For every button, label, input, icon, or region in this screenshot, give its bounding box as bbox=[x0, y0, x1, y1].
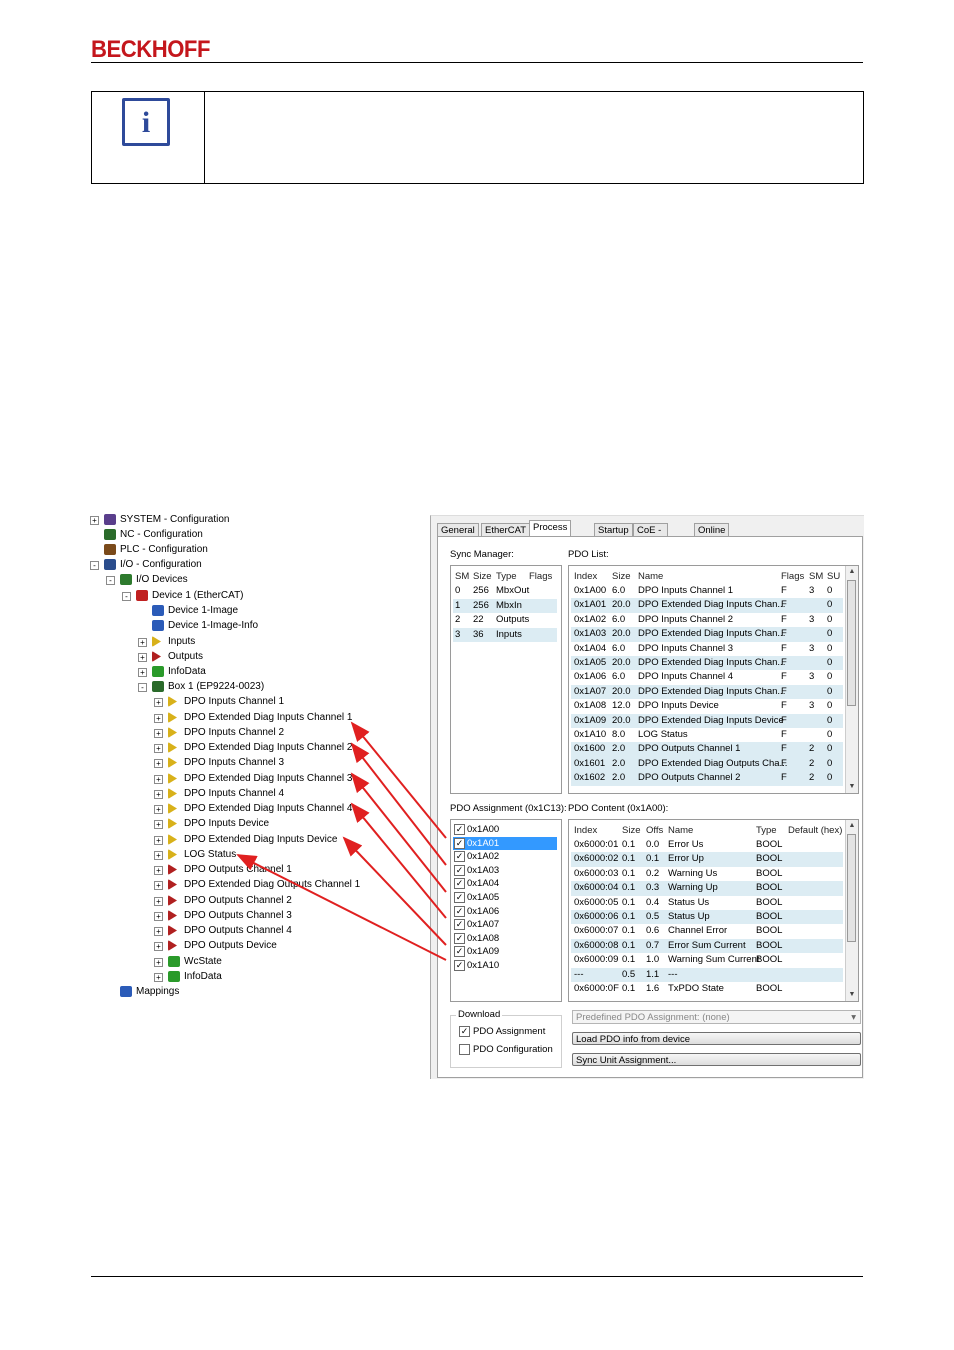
annotation-arrows bbox=[236, 721, 447, 961]
twincat-screenshot: + SYSTEM - Configuration NC - Configuratio… bbox=[0, 0, 954, 1350]
footer-rule bbox=[91, 1276, 863, 1277]
annotation-arrow bbox=[350, 772, 447, 893]
annotation-arrow bbox=[236, 854, 447, 961]
annotation-arrow bbox=[350, 742, 447, 866]
annotation-arrow bbox=[342, 836, 447, 946]
